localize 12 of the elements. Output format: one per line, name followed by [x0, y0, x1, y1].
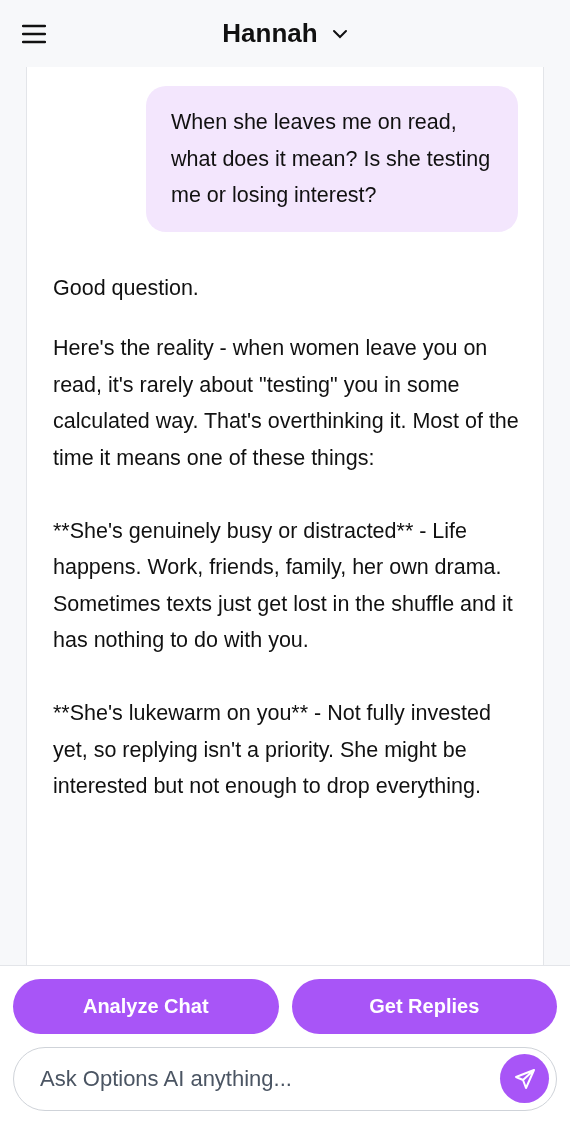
message-text: When she leaves me on read, what does it mean? Is she testing me or losing interest?: [171, 109, 492, 209]
send-icon: [512, 1066, 537, 1091]
chat-title[interactable]: Hannah: [222, 18, 318, 49]
message-text: **She's genuinely busy or distracted** - Life happens. Work, friends, family, her own drama. Sometimes texts just get lost in the shuffle and it has nothing to do with you.: [53, 517, 514, 654]
message-text: Good question.: [53, 274, 200, 302]
menu-icon[interactable]: [22, 23, 46, 44]
message-input[interactable]: Ask Options AI anything...: [13, 1047, 557, 1111]
message-text: **She's lukewarm on you** - Not fully invested yet, so replying isn't a priority. She might be interested but not enough to drop everything.: [53, 700, 492, 800]
chevron-down-icon[interactable]: [331, 28, 348, 39]
action-button[interactable]: Analyze Chat: [13, 979, 279, 1034]
message-text: Here's the reality - when women leave you on read, it's rarely about "testing" you in some calculated way. That's overthinking it. Most of the time it means one of these things:: [53, 335, 519, 472]
action-button[interactable]: Get Replies: [291, 979, 557, 1034]
